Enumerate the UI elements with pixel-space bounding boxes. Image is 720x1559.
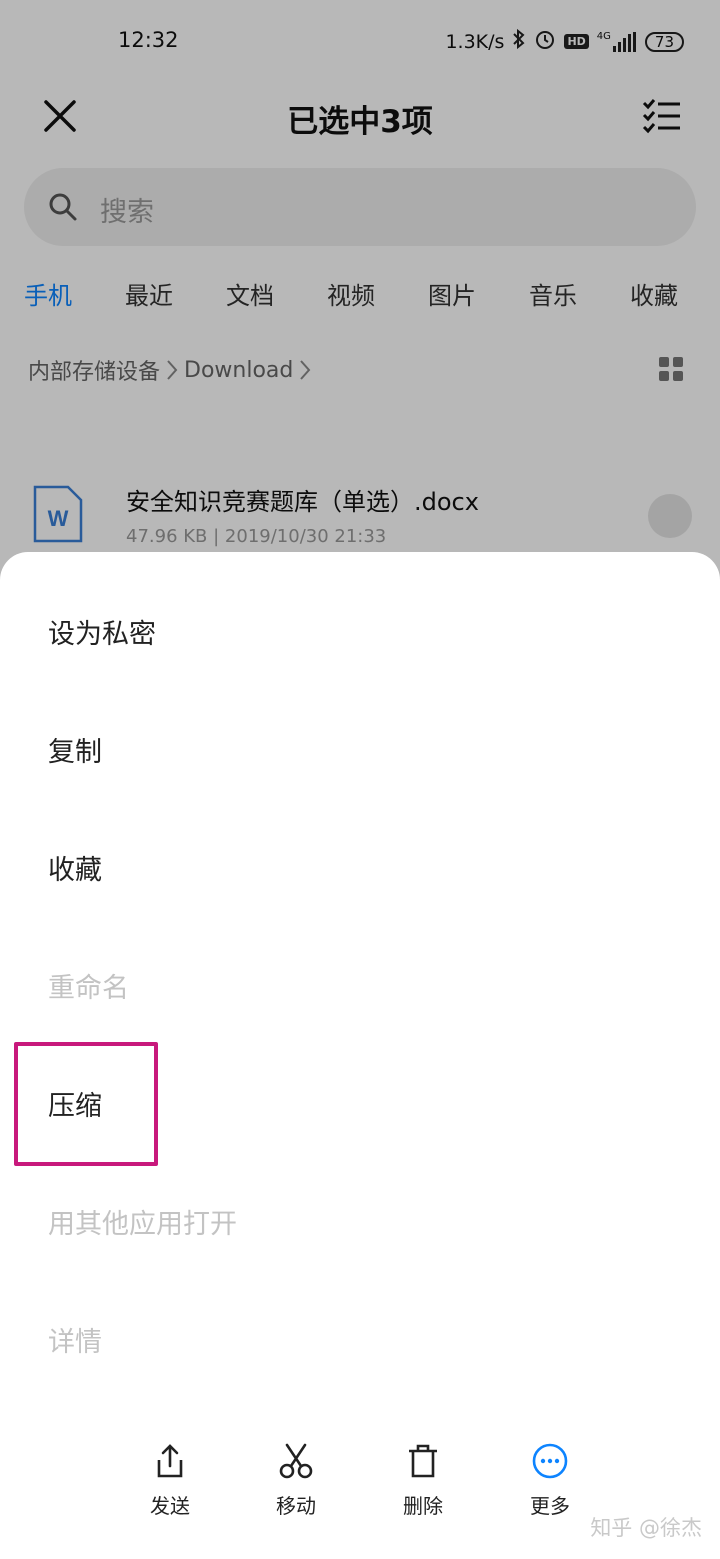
menu-item-open-with: 用其他应用打开 (48, 1209, 237, 1240)
move-button[interactable]: 移动 (246, 1442, 346, 1519)
more-label: 更多 (530, 1494, 570, 1518)
share-icon (157, 1444, 183, 1478)
menu-item-copy[interactable]: 复制 (48, 730, 102, 769)
send-button[interactable]: 发送 (120, 1442, 220, 1519)
menu-item-set-private[interactable]: 设为私密 (48, 612, 156, 651)
more-button[interactable]: 更多 (500, 1442, 600, 1519)
trash-icon (409, 1444, 437, 1478)
highlight-box (14, 1042, 158, 1166)
send-label: 发送 (150, 1494, 190, 1518)
more-actions-sheet: 设为私密 复制 收藏 重命名 压缩 用其他应用打开 详情 发送 移动 删除 更多 (0, 552, 720, 1559)
menu-item-rename: 重命名 (48, 973, 129, 1004)
menu-item-favorite[interactable]: 收藏 (48, 848, 102, 887)
delete-button[interactable]: 删除 (373, 1442, 473, 1519)
menu-item-details: 详情 (48, 1327, 102, 1358)
move-label: 移动 (276, 1494, 316, 1518)
delete-label: 删除 (403, 1494, 443, 1518)
scissors-icon (279, 1443, 313, 1479)
more-icon (532, 1443, 568, 1479)
watermark: 知乎 @徐杰 (590, 1516, 702, 1540)
